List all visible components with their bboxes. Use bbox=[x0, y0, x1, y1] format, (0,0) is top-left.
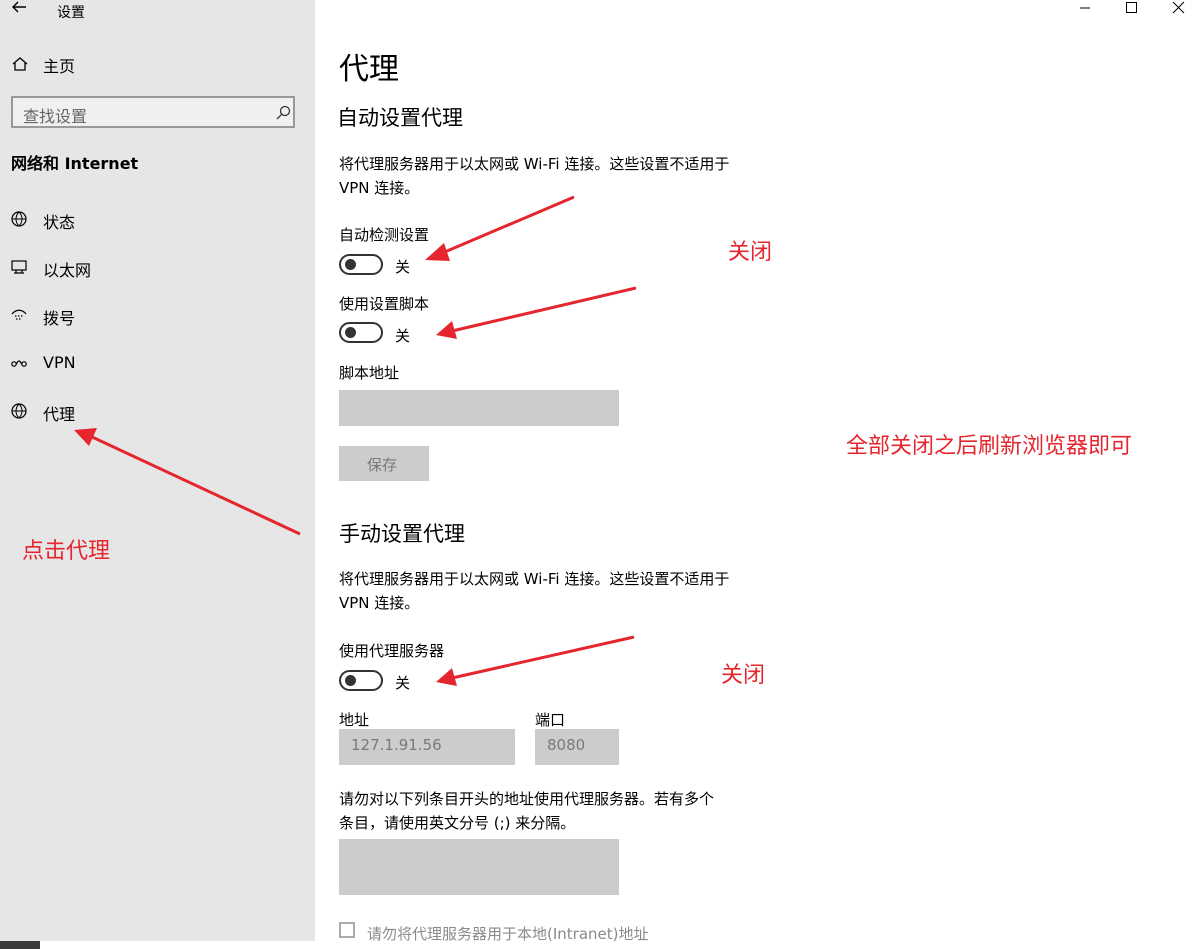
auto-detect-toggle[interactable] bbox=[339, 254, 383, 275]
address-input[interactable]: 127.1.91.56 bbox=[339, 729, 515, 765]
address-value: 127.1.91.56 bbox=[351, 736, 442, 754]
globe-status-icon bbox=[11, 211, 27, 227]
local-address-checkbox-row[interactable]: 请勿将代理服务器用于本地(Intranet)地址 bbox=[339, 921, 699, 943]
port-label: 端口 bbox=[535, 711, 566, 729]
desc-line: 请勿对以下列条目开头的地址使用代理服务器。若有多个 bbox=[339, 790, 715, 808]
sidebar-home-label: 主页 bbox=[43, 57, 76, 76]
bottom-strip-dark bbox=[0, 941, 40, 949]
auto-detect-state: 关 bbox=[395, 258, 411, 276]
auto-proxy-heading: 自动设置代理 bbox=[337, 106, 463, 130]
auto-proxy-description: 将代理服务器用于以太网或 Wi-Fi 连接。这些设置不适用于 VPN 连接。 bbox=[339, 152, 809, 200]
sidebar: 设置 主页 查找设置 网络和 Internet 状态 以太网 拨号 VPN 代理 bbox=[0, 0, 315, 949]
address-label: 地址 bbox=[339, 711, 370, 729]
setup-script-toggle[interactable] bbox=[339, 322, 383, 343]
ethernet-icon bbox=[11, 260, 27, 274]
globe-icon bbox=[11, 403, 27, 419]
annotation-close-1: 关闭 bbox=[728, 240, 773, 265]
exceptions-input[interactable] bbox=[339, 839, 619, 895]
auto-detect-label: 自动检测设置 bbox=[339, 226, 430, 244]
desc-line: 将代理服务器用于以太网或 Wi-Fi 连接。这些设置不适用于 bbox=[339, 155, 730, 173]
search-input[interactable]: 查找设置 bbox=[11, 96, 295, 128]
use-proxy-state: 关 bbox=[395, 674, 411, 692]
search-icon bbox=[276, 105, 291, 120]
search-placeholder: 查找设置 bbox=[23, 107, 88, 126]
save-button-label: 保存 bbox=[367, 456, 398, 474]
save-button[interactable]: 保存 bbox=[339, 446, 429, 481]
local-address-checkbox[interactable] bbox=[339, 922, 355, 938]
sidebar-item-vpn[interactable]: VPN bbox=[0, 348, 315, 378]
script-address-input[interactable] bbox=[339, 390, 619, 426]
exceptions-description: 请勿对以下列条目开头的地址使用代理服务器。若有多个 条目，请使用英文分号 (;)… bbox=[339, 787, 809, 835]
vpn-icon bbox=[11, 360, 27, 367]
desc-line: VPN 连接。 bbox=[339, 594, 420, 612]
sidebar-item-label: 代理 bbox=[43, 405, 76, 424]
bottom-strip bbox=[0, 941, 1201, 949]
toggle-knob bbox=[345, 327, 356, 338]
script-address-label: 脚本地址 bbox=[339, 364, 400, 382]
back-arrow-icon[interactable] bbox=[10, 0, 28, 14]
desc-line: VPN 连接。 bbox=[339, 179, 420, 197]
setup-script-label: 使用设置脚本 bbox=[339, 295, 430, 313]
manual-proxy-description: 将代理服务器用于以太网或 Wi-Fi 连接。这些设置不适用于 VPN 连接。 bbox=[339, 567, 809, 615]
sidebar-section-title: 网络和 Internet bbox=[11, 154, 139, 173]
dialup-icon bbox=[11, 309, 27, 320]
main-content: 代理 自动设置代理 将代理服务器用于以太网或 Wi-Fi 连接。这些设置不适用于… bbox=[315, 0, 1201, 949]
use-proxy-label: 使用代理服务器 bbox=[339, 642, 445, 660]
home-icon bbox=[12, 57, 28, 71]
manual-proxy-heading: 手动设置代理 bbox=[339, 522, 465, 546]
sidebar-item-label: 拨号 bbox=[43, 309, 76, 328]
toggle-knob bbox=[345, 675, 356, 686]
use-proxy-toggle[interactable] bbox=[339, 670, 383, 691]
sidebar-item-status[interactable]: 状态 bbox=[0, 204, 315, 234]
annotation-click-proxy: 点击代理 bbox=[22, 539, 111, 564]
sidebar-item-label: VPN bbox=[43, 353, 76, 372]
annotation-refresh-note: 全部关闭之后刷新浏览器即可 bbox=[846, 434, 1133, 459]
port-value: 8080 bbox=[547, 736, 586, 754]
sidebar-item-ethernet[interactable]: 以太网 bbox=[0, 252, 315, 282]
sidebar-item-proxy[interactable]: 代理 bbox=[0, 396, 315, 426]
window-title: 设置 bbox=[57, 5, 85, 21]
sidebar-item-label: 状态 bbox=[43, 213, 76, 232]
sidebar-item-dialup[interactable]: 拨号 bbox=[0, 300, 315, 330]
setup-script-state: 关 bbox=[395, 327, 411, 345]
port-input[interactable]: 8080 bbox=[535, 729, 619, 765]
page-title: 代理 bbox=[339, 52, 399, 87]
annotation-close-2: 关闭 bbox=[721, 663, 766, 688]
sidebar-home[interactable]: 主页 bbox=[0, 48, 315, 78]
desc-line: 将代理服务器用于以太网或 Wi-Fi 连接。这些设置不适用于 bbox=[339, 570, 730, 588]
desc-line: 条目，请使用英文分号 (;) 来分隔。 bbox=[339, 814, 576, 832]
sidebar-item-label: 以太网 bbox=[43, 261, 92, 280]
toggle-knob bbox=[345, 259, 356, 270]
